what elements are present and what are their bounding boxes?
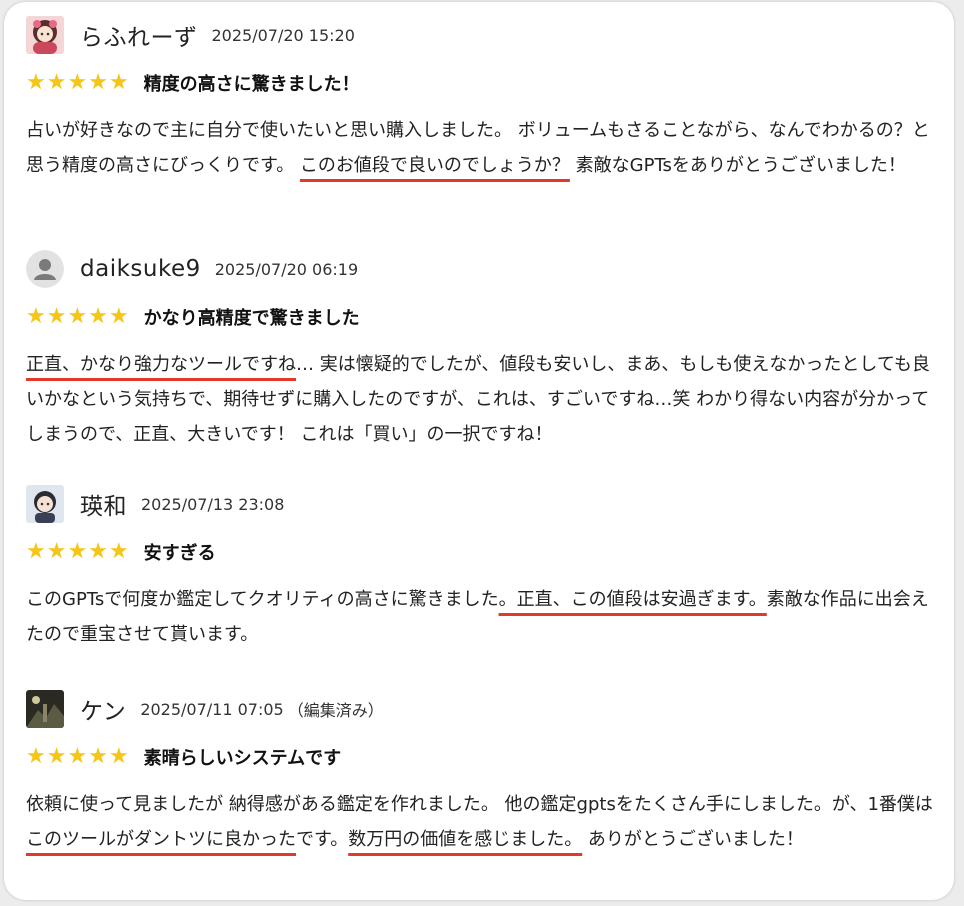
highlighted-text: このツールがダントツに良かった: [26, 829, 296, 850]
review-item: ケン 2025/07/11 07:05 （編集済み） ★ ★ ★ ★ ★ 素晴ら…: [26, 689, 946, 857]
anime-girl-avatar-icon[interactable]: [26, 16, 64, 54]
review-title-row: ★ ★ ★ ★ ★ 安すぎる: [26, 538, 946, 566]
review-username[interactable]: daiksuke9: [80, 256, 201, 282]
review-item: 瑛和 2025/07/13 23:08 ★ ★ ★ ★ ★ 安すぎる このGPT…: [26, 484, 946, 652]
review-username[interactable]: ケン: [80, 692, 126, 726]
review-text: 依頼に使って見ましたが 納得感がある鑑定を作れました。 他の鑑定gptsをたくさ…: [26, 794, 933, 815]
review-body: 依頼に使って見ましたが 納得感がある鑑定を作れました。 他の鑑定gptsをたくさ…: [26, 787, 938, 857]
star-icon: ★: [88, 70, 108, 95]
default-user-avatar-icon[interactable]: [26, 250, 64, 288]
review-text: ありがとうございました！: [582, 829, 804, 850]
highlighted-text: このお値段で良いのでしょうか？: [299, 155, 570, 176]
review-item: らふれーず 2025/07/20 15:20 ★ ★ ★ ★ ★ 精度の高さに驚…: [26, 15, 946, 183]
star-icon: ★: [46, 744, 67, 769]
review-date: 2025/07/11 07:05: [140, 699, 284, 719]
review-header: ケン 2025/07/11 07:05 （編集済み）: [26, 689, 946, 729]
review-text: 素敵なGPTsをありがとうございました！: [569, 155, 906, 176]
star-icon: ★: [67, 539, 88, 564]
review-body: 正直、かなり強力なツールですね… 実は懐疑的でしたが、値段も安いし、まあ、もしも…: [26, 347, 938, 452]
review-title-row: ★ ★ ★ ★ ★ かなり高精度で驚きました: [26, 303, 946, 331]
review-header: 瑛和 2025/07/13 23:08: [26, 484, 946, 524]
review-title-row: ★ ★ ★ ★ ★ 素晴らしいシステムです: [26, 743, 946, 771]
star-icon: ★: [108, 539, 129, 564]
star-icon: ★: [26, 70, 46, 95]
review-username[interactable]: 瑛和: [80, 487, 127, 521]
review-text: このGPTsで何度か鑑定してクオリティの高さに驚きました: [26, 589, 499, 610]
review-title: かなり高精度で驚きました: [143, 308, 360, 329]
star-icon: ★: [67, 70, 88, 95]
star-icon: ★: [88, 744, 108, 769]
highlighted-text: 正直、かなり強力なツールですね: [26, 354, 296, 375]
review-body: 占いが好きなので主に自分で使いたいと思い購入しました。 ボリュームもさることなが…: [26, 113, 938, 183]
star-icon: ★: [108, 744, 129, 769]
star-icon: ★: [26, 539, 46, 564]
star-icon: ★: [26, 304, 46, 329]
review-header: らふれーず 2025/07/20 15:20: [26, 15, 946, 55]
review-header: daiksuke9 2025/07/20 06:19: [26, 249, 946, 289]
star-rating: ★ ★ ★ ★ ★: [26, 541, 130, 563]
star-icon: ★: [108, 304, 129, 329]
highlighted-text: 数万円の価値を感じました。: [348, 829, 583, 850]
star-icon: ★: [67, 744, 88, 769]
star-icon: ★: [88, 304, 108, 329]
review-title: 精度の高さに驚きました！: [143, 74, 360, 95]
star-icon: ★: [46, 70, 67, 95]
star-icon: ★: [26, 744, 46, 769]
star-icon: ★: [46, 304, 67, 329]
review-date: 2025/07/20 15:20: [211, 25, 355, 45]
star-icon: ★: [88, 539, 108, 564]
edited-label: （編集済み）: [287, 701, 384, 720]
star-rating: ★ ★ ★ ★ ★: [26, 306, 130, 328]
review-date: 2025/07/20 06:19: [214, 259, 359, 279]
review-username[interactable]: らふれーず: [80, 18, 198, 52]
review-body: このGPTsで何度か鑑定してクオリティの高さに驚きました。正直、この値段は安過ぎ…: [26, 582, 938, 652]
star-rating: ★ ★ ★ ★ ★: [26, 746, 130, 768]
review-title: 素晴らしいシステムです: [143, 748, 342, 769]
star-rating: ★ ★ ★ ★ ★: [26, 72, 130, 94]
star-icon: ★: [108, 70, 129, 95]
photo-avatar-icon[interactable]: [26, 690, 64, 728]
review-title: 安すぎる: [143, 543, 216, 564]
review-title-row: ★ ★ ★ ★ ★ 精度の高さに驚きました！: [26, 69, 946, 97]
highlighted-text: 。正直、この値段は安過ぎます。: [498, 589, 767, 610]
reviews-card: らふれーず 2025/07/20 15:20 ★ ★ ★ ★ ★ 精度の高さに驚…: [4, 2, 954, 900]
star-icon: ★: [67, 304, 88, 329]
review-item: daiksuke9 2025/07/20 06:19 ★ ★ ★ ★ ★ かなり…: [26, 249, 946, 452]
anime-boy-avatar-icon[interactable]: [26, 485, 64, 523]
review-text: です。: [296, 829, 349, 850]
review-date: 2025/07/13 23:08: [141, 494, 285, 514]
star-icon: ★: [46, 539, 67, 564]
